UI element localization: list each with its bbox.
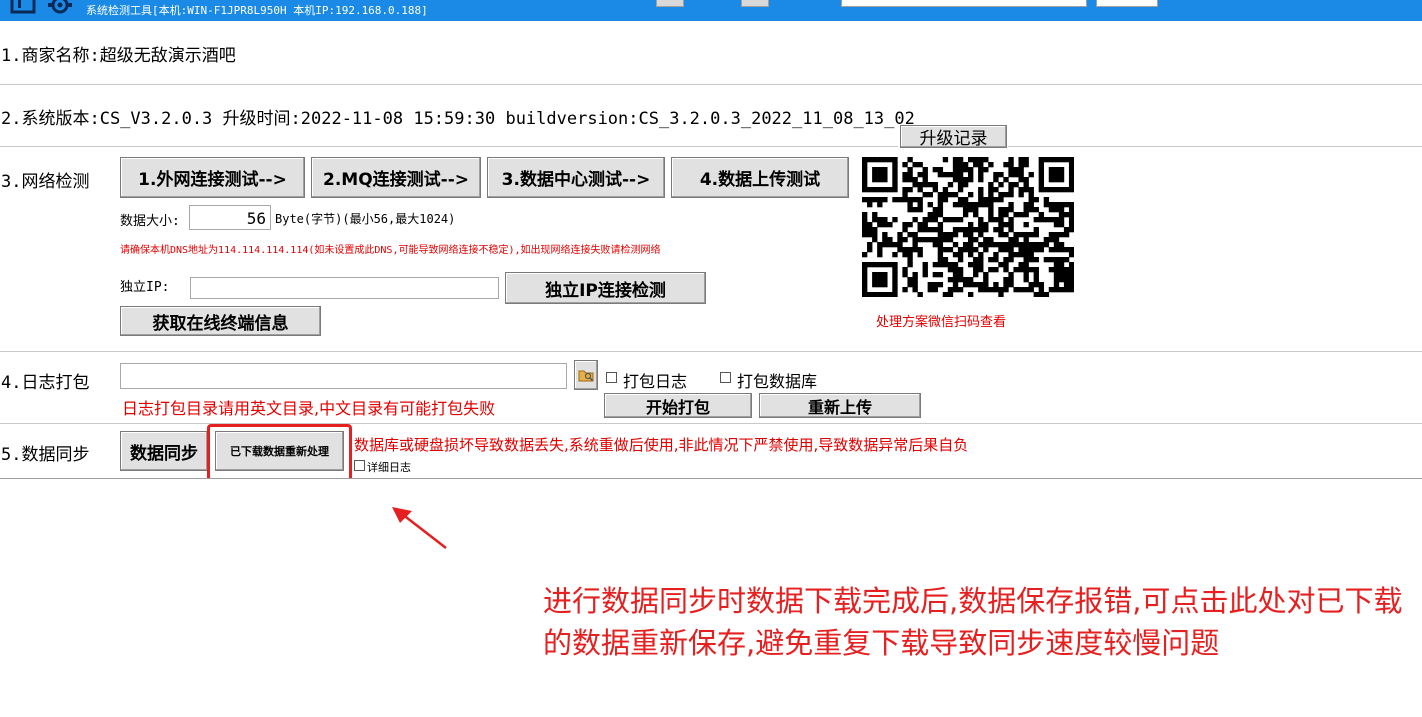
mq-test-button[interactable]: 2.MQ连接测试-->: [311, 157, 481, 198]
reupload-button[interactable]: 重新上传: [759, 393, 921, 418]
pack-db-checkbox[interactable]: [720, 372, 731, 383]
standalone-ip-label: 独立IP:: [120, 280, 170, 295]
standalone-ip-test-button[interactable]: 独立IP连接检测: [505, 272, 706, 304]
browse-folder-button[interactable]: [574, 360, 598, 390]
qr-caption: 处理方案微信扫码查看: [876, 315, 1007, 330]
pack-log-label: 打包日志: [623, 372, 688, 391]
detail-log-label: 详细日志: [367, 461, 411, 474]
datacenter-test-button[interactable]: 3.数据中心测试-->: [487, 157, 665, 198]
annotation-arrow-icon: [392, 507, 447, 549]
divider: [0, 146, 898, 147]
pack-db-label: 打包数据库: [737, 372, 818, 391]
network-check-label: 3.网络检测: [1, 172, 90, 192]
upload-test-button[interactable]: 4.数据上传测试: [671, 157, 849, 198]
log-path-input[interactable]: [120, 363, 567, 389]
dns-warning: 请确保本机DNS地址为114.114.114.114(如未设置成此DNS,可能导…: [120, 245, 661, 256]
divider: [0, 351, 1422, 352]
data-sync-label: 5.数据同步: [1, 445, 90, 465]
merchant-name: 1.商家名称:超级无敌演示酒吧: [1, 46, 236, 66]
data-sync-button[interactable]: 数据同步: [120, 431, 208, 471]
window-title: 系统检测工具[本机:WIN-F1JPR8L950H 本机IP:192.168.0…: [86, 4, 428, 17]
wechat-qr-code: [862, 157, 1074, 297]
data-size-unit: Byte(字节)(最小56,最大1024): [275, 212, 456, 226]
data-size-label: 数据大小:: [120, 214, 180, 229]
toolbar-button[interactable]: [656, 0, 684, 7]
folder-search-icon: [578, 370, 594, 382]
log-path-warning: 日志打包目录请用英文目录,中文目录有可能打包失败: [122, 399, 496, 418]
data-sync-warning: 数据库或硬盘损坏导致数据丢失,系统重做后使用,非此情况下严禁使用,导致数据异常后…: [354, 436, 969, 454]
toolbar-button[interactable]: [741, 0, 769, 7]
online-terminal-button[interactable]: 获取在线终端信息: [120, 306, 321, 336]
pack-log-checkbox[interactable]: [606, 372, 617, 383]
log-pack-label: 4.日志打包: [1, 373, 90, 393]
title-bar: 系统检测工具[本机:WIN-F1JPR8L950H 本机IP:192.168.0…: [0, 0, 1422, 21]
toolbar-field[interactable]: [1096, 0, 1158, 7]
upgrade-log-button[interactable]: 升级记录: [900, 125, 1007, 149]
annotation-text: 进行数据同步时数据下载完成后,数据保存报错,可点击此处对已下载的数据重新保存,避…: [543, 584, 1403, 660]
system-version: 2.系统版本:CS_V3.2.0.3 升级时间:2022-11-08 15:59…: [1, 109, 915, 129]
standalone-ip-input[interactable]: [190, 277, 499, 299]
divider: [0, 84, 1422, 85]
start-pack-button[interactable]: 开始打包: [604, 393, 752, 418]
data-size-input[interactable]: 56: [189, 205, 271, 230]
internet-test-button[interactable]: 1.外网连接测试-->: [120, 157, 305, 198]
toolbar-field[interactable]: [841, 0, 1087, 7]
divider: [1008, 146, 1422, 147]
app-logo-icon: [10, 0, 72, 14]
detail-log-checkbox[interactable]: [354, 460, 365, 471]
